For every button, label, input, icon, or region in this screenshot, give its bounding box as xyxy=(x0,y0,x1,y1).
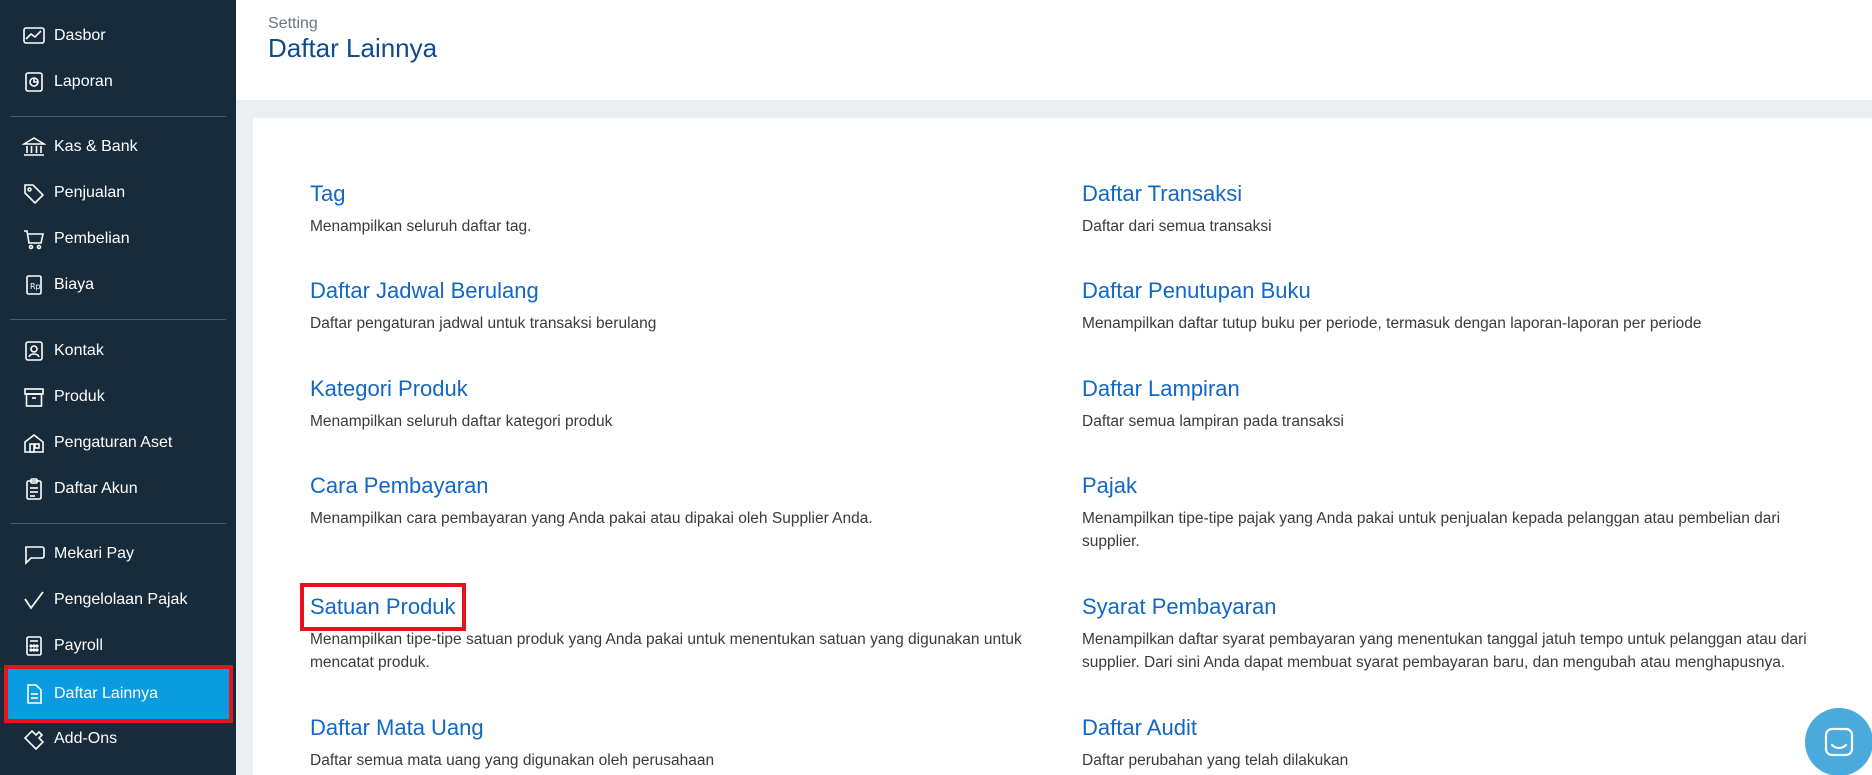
list-item-description: Daftar pengaturan jadwal untuk transaksi… xyxy=(310,315,657,332)
sidebar-item-label: Pembelian xyxy=(54,230,130,247)
sidebar-item-label: Add-Ons xyxy=(54,730,118,747)
sidebar-item-penjualan[interactable]: Penjualan xyxy=(0,173,236,213)
sidebar-item-laporan[interactable]: Laporan xyxy=(0,62,236,102)
sidebar-item-mekari-pay[interactable]: Mekari Pay xyxy=(0,534,236,574)
list-item-title[interactable]: Daftar Audit xyxy=(1082,714,1197,742)
sidebar-item-payroll[interactable]: Payroll xyxy=(0,626,236,666)
dashboard-icon xyxy=(22,25,46,47)
product-box-icon xyxy=(22,386,46,408)
cart-icon xyxy=(22,228,46,250)
chat-launcher-button[interactable] xyxy=(1805,708,1872,775)
sidebar-item-produk[interactable]: Produk xyxy=(0,377,236,417)
sidebar-item-daftar-lainnya[interactable]: Daftar Lainnya xyxy=(4,665,233,723)
sidebar-divider xyxy=(10,116,226,117)
list-item-title[interactable]: Daftar Mata Uang xyxy=(310,714,484,742)
sidebar-item-label: Penjualan xyxy=(54,184,126,201)
clipboard-list-icon xyxy=(22,478,46,500)
list-item-description: Menampilkan cara pembayaran yang Anda pa… xyxy=(310,510,873,527)
list-item-title[interactable]: Cara Pembayaran xyxy=(310,472,489,500)
sidebar-item-daftar-akun[interactable]: Daftar Akun xyxy=(0,469,236,509)
sidebar-item-label: Payroll xyxy=(54,637,103,654)
expense-icon: Rp xyxy=(22,274,46,296)
list-item-description: Daftar perubahan yang telah dilakukan xyxy=(1082,752,1349,769)
sidebar-item-label: Produk xyxy=(54,388,105,405)
sidebar-item-label: Daftar Lainnya xyxy=(54,685,159,702)
list-item-title[interactable]: Daftar Lampiran xyxy=(1082,375,1240,403)
list-item-title[interactable]: Daftar Penutupan Buku xyxy=(1082,277,1311,305)
list-item-satuan-produk: Satuan Produk Menampilkan tipe-tipe satu… xyxy=(300,583,1050,674)
list-item-title[interactable]: Kategori Produk xyxy=(310,375,468,403)
list-item-description: Menampilkan seluruh daftar kategori prod… xyxy=(310,413,613,430)
calculator-icon xyxy=(22,635,46,657)
list-item-title[interactable]: Satuan Produk xyxy=(300,583,466,631)
asset-icon xyxy=(22,432,46,454)
list-item-description: Menampilkan daftar tutup buku per period… xyxy=(1082,315,1702,332)
list-item-daftar-audit: Daftar Audit Daftar perubahan yang telah… xyxy=(1082,714,1822,772)
sidebar-item-pengelolaan-pajak[interactable]: Pengelolaan Pajak xyxy=(0,580,236,620)
list-item-description: Menampilkan tipe-tipe satuan produk yang… xyxy=(310,631,1022,671)
sidebar-item-label: Daftar Akun xyxy=(54,480,138,497)
sidebar-item-dasbor[interactable]: Dasbor xyxy=(0,16,236,56)
page-header: Setting Daftar Lainnya xyxy=(236,0,1872,100)
list-item-title[interactable]: Syarat Pembayaran xyxy=(1082,593,1276,621)
sidebar-item-add-ons[interactable]: Add-Ons xyxy=(0,719,236,759)
sidebar-item-label: Pengaturan Aset xyxy=(54,434,173,451)
sidebar-item-label: Laporan xyxy=(54,73,113,90)
sidebar-divider xyxy=(10,523,226,524)
list-item-description: Daftar semua mata uang yang digunakan ol… xyxy=(310,752,715,769)
sidebar-item-biaya[interactable]: Rp Biaya xyxy=(0,265,236,305)
page-title: Daftar Lainnya xyxy=(268,33,438,63)
bank-icon xyxy=(22,136,46,158)
list-item-description: Daftar semua lampiran pada transaksi xyxy=(1082,413,1344,430)
list-item-description: Daftar dari semua transaksi xyxy=(1082,218,1272,235)
list-item-daftar-mata-uang: Daftar Mata Uang Daftar semua mata uang … xyxy=(310,714,1050,772)
list-item-description: Menampilkan seluruh daftar tag. xyxy=(310,218,532,235)
sidebar-item-label: Mekari Pay xyxy=(54,545,135,562)
list-item-description: Menampilkan tipe-tipe pajak yang Anda pa… xyxy=(1082,510,1781,550)
list-item-tag: Tag Menampilkan seluruh daftar tag. xyxy=(310,180,1050,238)
sidebar-divider xyxy=(10,319,226,320)
sidebar-item-label: Kontak xyxy=(54,342,104,359)
list-item-daftar-transaksi: Daftar Transaksi Daftar dari semua trans… xyxy=(1082,180,1822,238)
list-item-daftar-lampiran: Daftar Lampiran Daftar semua lampiran pa… xyxy=(1082,375,1822,433)
tag-icon xyxy=(22,182,46,204)
list-item-title[interactable]: Daftar Transaksi xyxy=(1082,180,1242,208)
sidebar-item-label: Dasbor xyxy=(54,27,106,44)
checkmark-icon xyxy=(22,589,46,611)
list-item-daftar-penutupan-buku: Daftar Penutupan Buku Menampilkan daftar… xyxy=(1082,277,1822,335)
chat-bubble-icon xyxy=(22,543,46,565)
list-item-title[interactable]: Pajak xyxy=(1082,472,1137,500)
sidebar-item-pembelian[interactable]: Pembelian xyxy=(0,219,236,259)
sidebar-item-label: Kas & Bank xyxy=(54,138,138,155)
list-item-syarat-pembayaran: Syarat Pembayaran Menampilkan daftar sya… xyxy=(1082,593,1822,674)
list-item-kategori-produk: Kategori Produk Menampilkan seluruh daft… xyxy=(310,375,1050,433)
sidebar-item-pengaturan-aset[interactable]: Pengaturan Aset xyxy=(0,423,236,463)
list-item-pajak: Pajak Menampilkan tipe-tipe pajak yang A… xyxy=(1082,472,1822,553)
chat-launcher-icon xyxy=(1824,727,1854,757)
sidebar: Dasbor Laporan Kas & Bank Penjualan Pemb… xyxy=(0,0,236,775)
list-item-description: Menampilkan daftar syarat pembayaran yan… xyxy=(1082,631,1807,671)
list-card: Tag Menampilkan seluruh daftar tag. Daft… xyxy=(253,118,1872,775)
list-item-cara-pembayaran: Cara Pembayaran Menampilkan cara pembaya… xyxy=(310,472,1050,530)
list-item-title[interactable]: Tag xyxy=(310,180,345,208)
breadcrumb: Setting xyxy=(268,15,318,32)
sidebar-item-label: Pengelolaan Pajak xyxy=(54,591,188,608)
sidebar-item-kas-bank[interactable]: Kas & Bank xyxy=(0,127,236,167)
sidebar-item-label: Biaya xyxy=(54,276,95,293)
svg-text:Rp: Rp xyxy=(30,282,41,291)
document-icon xyxy=(22,683,46,705)
list-item-title[interactable]: Daftar Jadwal Berulang xyxy=(310,277,539,305)
report-icon xyxy=(22,71,46,93)
contact-icon xyxy=(22,340,46,362)
list-item-daftar-jadwal-berulang: Daftar Jadwal Berulang Daftar pengaturan… xyxy=(310,277,1050,335)
sidebar-item-kontak[interactable]: Kontak xyxy=(0,331,236,371)
puzzle-icon xyxy=(22,728,46,750)
